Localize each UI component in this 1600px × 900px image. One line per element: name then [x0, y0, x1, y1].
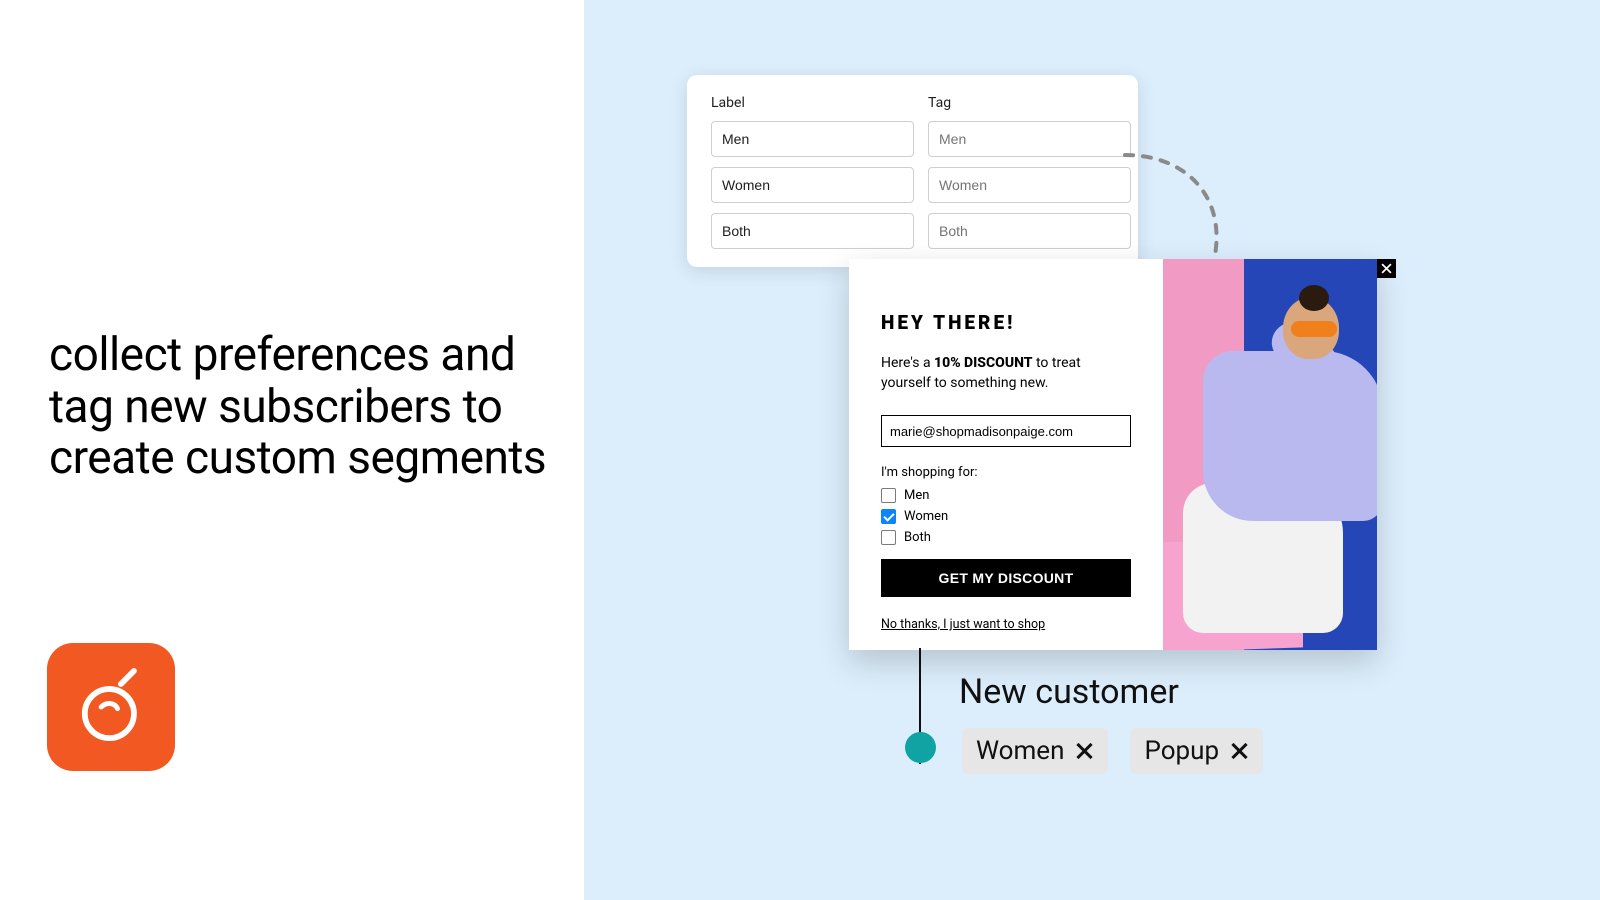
chip-women[interactable]: Women: [962, 728, 1108, 774]
tag-input-1[interactable]: [928, 167, 1131, 203]
popup-sub-pre: Here's a: [881, 355, 934, 371]
popup-image: [1163, 259, 1377, 650]
close-icon: [1381, 263, 1392, 274]
tag-column-header: Tag: [928, 95, 1131, 111]
person-illustration: [1173, 287, 1377, 647]
label-column: Label: [711, 95, 914, 259]
label-input-1[interactable]: [711, 167, 914, 203]
shopping-for-label: I'm shopping for:: [881, 465, 1131, 480]
option-women-label: Women: [904, 509, 948, 524]
email-field[interactable]: [881, 415, 1131, 447]
label-column-header: Label: [711, 95, 914, 111]
flow-title: New customer: [959, 672, 1179, 712]
checkbox-women[interactable]: [881, 509, 896, 524]
brand-logo: [47, 643, 175, 771]
label-input-0[interactable]: [711, 121, 914, 157]
close-button[interactable]: [1377, 259, 1396, 278]
option-men-label: Men: [904, 488, 929, 503]
dismiss-link[interactable]: No thanks, I just want to shop: [881, 617, 1045, 632]
popup-content: HEY THERE! Here's a 10% DISCOUNT to trea…: [849, 259, 1163, 650]
option-both-label: Both: [904, 530, 931, 545]
chip-popup[interactable]: Popup: [1130, 728, 1263, 774]
checkbox-both[interactable]: [881, 530, 896, 545]
canvas: collect preferences and tag new subscrib…: [0, 0, 1600, 900]
checkbox-men[interactable]: [881, 488, 896, 503]
option-women[interactable]: Women: [881, 509, 1131, 524]
flow-node-dot: [905, 732, 936, 763]
label-input-2[interactable]: [711, 213, 914, 249]
chip-popup-remove-icon[interactable]: [1229, 741, 1249, 761]
chip-women-remove-icon[interactable]: [1074, 741, 1094, 761]
option-both[interactable]: Both: [881, 530, 1131, 545]
tag-input-2[interactable]: [928, 213, 1131, 249]
flow-chips: Women Popup: [962, 728, 1263, 774]
chip-popup-label: Popup: [1144, 736, 1219, 766]
tag-input-0[interactable]: [928, 121, 1131, 157]
option-men[interactable]: Men: [881, 488, 1131, 503]
labeltag-card: Label Tag: [687, 75, 1138, 267]
popup-subtitle: Here's a 10% DISCOUNT to treat yourself …: [881, 354, 1131, 393]
get-discount-button[interactable]: GET MY DISCOUNT: [881, 559, 1131, 597]
tag-column: Tag: [928, 95, 1131, 259]
popup-sub-bold: 10% DISCOUNT: [934, 355, 1032, 371]
chip-women-label: Women: [976, 736, 1064, 766]
unicorn-icon: [70, 666, 152, 748]
headline-text: collect preferences and tag new subscrib…: [49, 330, 569, 485]
popup-title: HEY THERE!: [881, 311, 1131, 334]
signup-popup: HEY THERE! Here's a 10% DISCOUNT to trea…: [849, 259, 1377, 650]
